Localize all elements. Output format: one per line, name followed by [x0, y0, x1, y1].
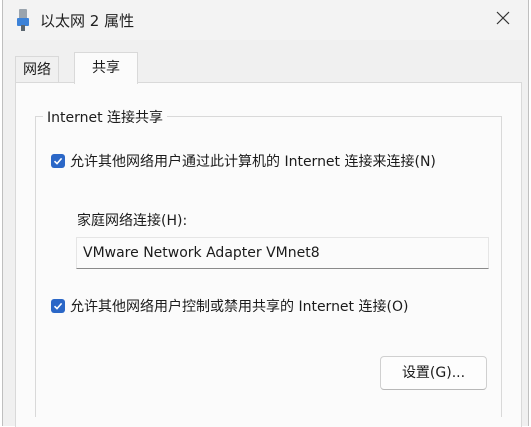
allow-control-checkbox[interactable]: [51, 299, 65, 313]
sharing-panel: Internet 连接共享 允许其他网络用户通过此计算机的 Internet 连…: [15, 82, 522, 427]
ics-group-label: Internet 连接共享: [43, 107, 168, 127]
allow-control-label: 允许其他网络用户控制或禁用共享的 Internet 连接(O): [70, 299, 409, 315]
allow-control-option[interactable]: 允许其他网络用户控制或禁用共享的 Internet 连接(O): [51, 296, 408, 316]
network-adapter-icon: [16, 9, 30, 31]
close-icon: [496, 11, 510, 29]
home-network-select[interactable]: VMware Network Adapter VMnet8: [76, 237, 489, 269]
allow-connect-checkbox[interactable]: [51, 154, 65, 168]
home-network-label: 家庭网络连接(H):: [77, 213, 188, 229]
allow-connect-label: 允许其他网络用户通过此计算机的 Internet 连接来连接(N): [70, 154, 436, 170]
tab-network[interactable]: 网络: [15, 56, 59, 83]
allow-connect-option[interactable]: 允许其他网络用户通过此计算机的 Internet 连接来连接(N): [51, 151, 436, 171]
settings-button[interactable]: 设置(G)...: [380, 356, 487, 390]
window-title: 以太网 2 属性: [40, 12, 135, 30]
properties-dialog: 以太网 2 属性 网络 共享 Internet 连接共享 允许其他网络用户通过此…: [2, 0, 529, 427]
tab-sharing[interactable]: 共享: [74, 52, 138, 84]
checkmark-icon: [53, 302, 63, 310]
close-button[interactable]: [483, 4, 523, 36]
checkmark-icon: [53, 157, 63, 165]
title-bar[interactable]: 以太网 2 属性: [3, 0, 528, 40]
